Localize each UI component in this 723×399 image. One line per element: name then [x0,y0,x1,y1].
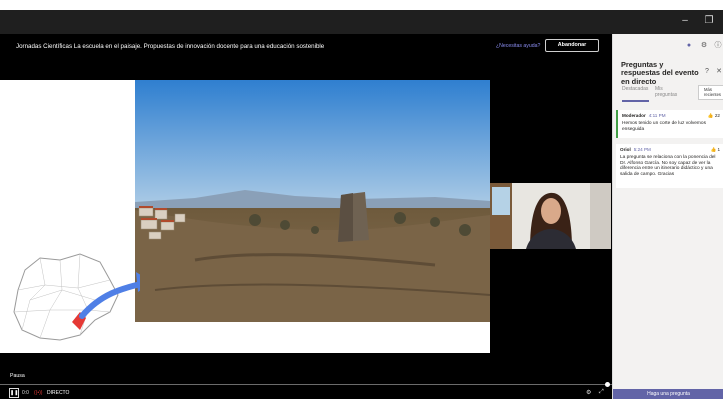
question-author: Moderador [622,113,646,118]
question-card: Oriol 5:24 PM 👍 1 La pregunta se relacion… [616,144,723,188]
close-icon[interactable]: ✕ [715,68,723,76]
ask-question-button[interactable]: Haga una pregunta [613,389,723,399]
question-time: 4:11 PM [648,113,666,118]
like-count-value: 1 [717,147,720,152]
leave-button[interactable]: Abandonar [545,39,599,52]
pause-icon[interactable]: ❚❚ [9,388,19,398]
help-icon[interactable]: ? [703,68,711,76]
player-controls: ❚❚ 0:0 ((•)) DIRECTO ⚙ ⤢ [0,386,612,399]
like-count-value: 22 [714,113,720,118]
chat-icon[interactable]: ● [685,42,693,50]
presentation-slide [0,80,490,353]
playback-time: 0:0 [22,390,29,396]
sort-dropdown[interactable]: Más recientes [698,85,723,100]
question-header: Oriol 5:24 PM 👍 1 [620,147,720,155]
landscape-photo [135,80,490,322]
live-dot-icon: ((•)) [34,390,43,396]
window-titlebar: – ❐ [0,10,723,34]
like-count[interactable]: 👍 1 [710,147,720,153]
live-progress-bar[interactable] [0,384,612,385]
minimize-icon[interactable]: – [678,14,692,28]
active-tab-indicator [622,100,649,102]
region-map [0,240,153,350]
qa-title: Preguntas y respuestas del evento en dir… [621,60,699,86]
question-header: Moderador 4:11 PM 👍 22 [622,113,720,121]
like-count[interactable]: 👍 22 [708,113,720,119]
video-stage: Jornadas Científicas La escuela en el pa… [0,34,612,399]
settings-icon[interactable]: ⚙ [586,389,591,396]
question-author: Oriol [620,147,631,152]
question-card: Moderador 4:11 PM 👍 22 Hemos tenido un co… [616,110,723,138]
question-text: Hemos tenido un corte de luz volvemos en… [622,121,706,132]
speaker-webcam [490,183,611,249]
tab-featured[interactable]: Destacadas [622,86,650,92]
tab-my-questions[interactable]: Mis preguntas [655,86,683,98]
info-icon[interactable]: ⓘ [714,42,722,50]
event-title: Jornadas Científicas La escuela en el pa… [16,43,325,50]
fullscreen-icon[interactable]: ⤢ [599,389,604,396]
question-time: 5:24 PM [633,147,651,152]
live-label: DIRECTO [47,390,70,396]
help-link[interactable]: ¿Necesitas ayuda? [496,43,540,49]
top-margin [0,0,723,10]
question-text: La pregunta se relaciona con la ponencia… [620,155,716,177]
restore-icon[interactable]: ❐ [702,14,716,28]
event-header: Jornadas Científicas La escuela en el pa… [0,34,612,58]
pause-caption: Pausa [10,373,25,379]
settings-icon[interactable]: ⚙ [700,42,708,50]
qa-panel: ● ⚙ ⓘ Preguntas y respuestas del evento … [612,34,723,399]
